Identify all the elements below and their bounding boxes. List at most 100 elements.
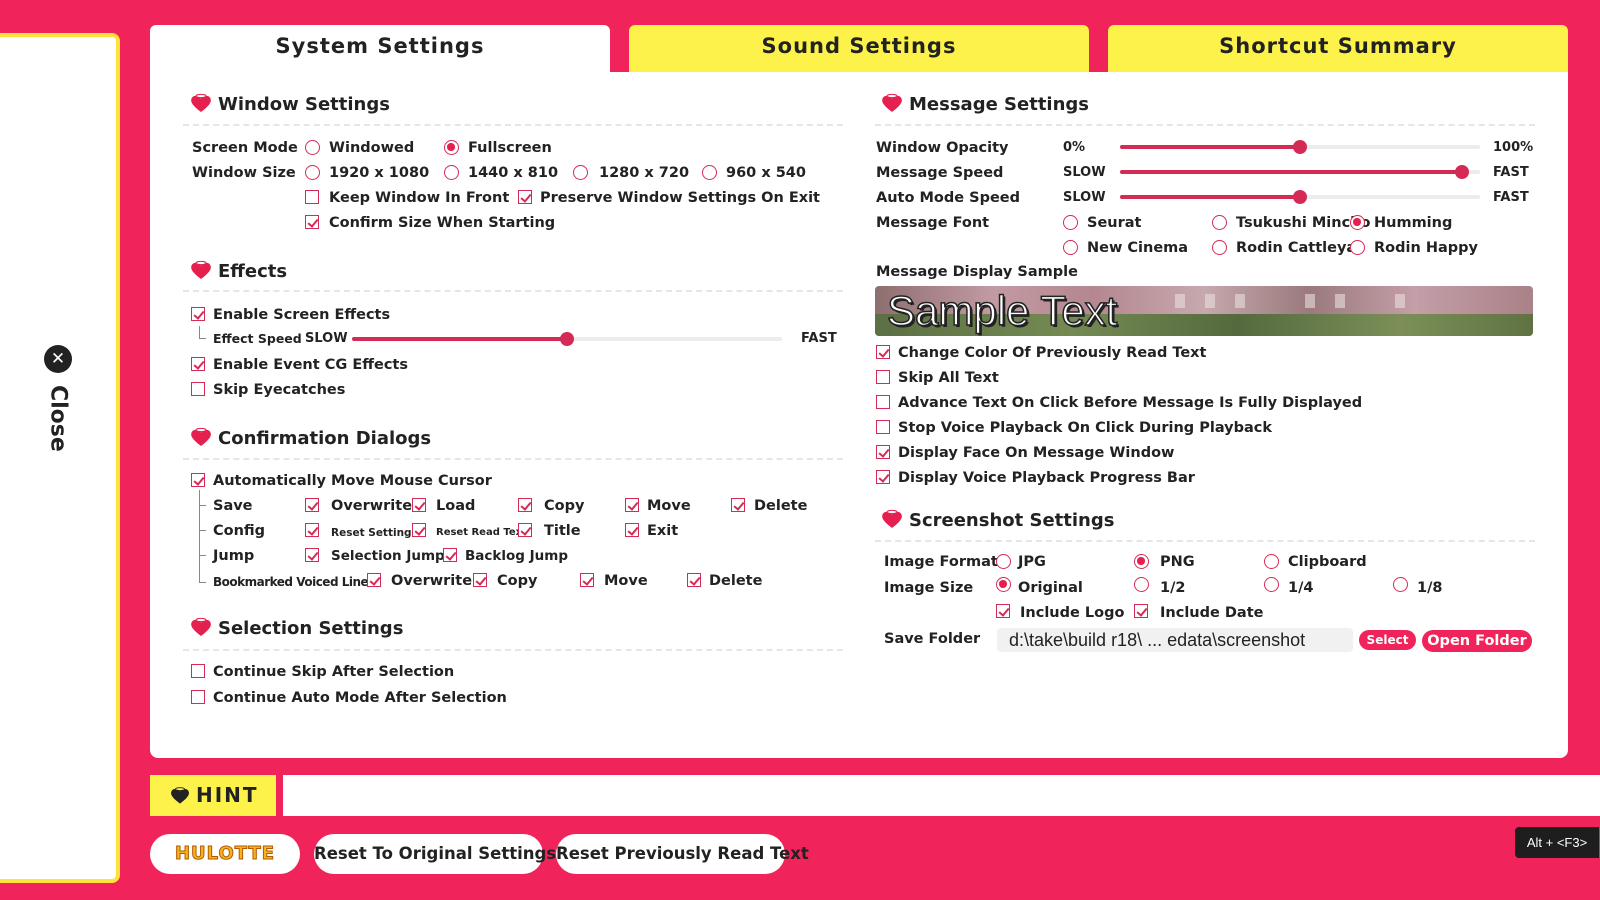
radio-size-quarter[interactable] bbox=[1264, 577, 1279, 592]
checkbox-bookmark-delete[interactable] bbox=[687, 573, 701, 587]
window-size-label: Window Size bbox=[192, 165, 296, 181]
option-label: Automatically Move Mouse Cursor bbox=[213, 473, 492, 489]
checkbox-display-face[interactable] bbox=[876, 445, 890, 459]
option-label: Display Voice Playback Progress Bar bbox=[898, 470, 1195, 486]
config-label: Config bbox=[213, 523, 266, 539]
option-label: Include Date bbox=[1160, 605, 1264, 621]
radio-font-rodin-happy[interactable] bbox=[1350, 240, 1365, 255]
slider-knob[interactable] bbox=[1293, 190, 1307, 204]
checkbox-config-reset-settings[interactable] bbox=[305, 523, 319, 537]
radio-size-eighth[interactable] bbox=[1393, 577, 1408, 592]
checkbox-save-overwrite[interactable] bbox=[305, 498, 319, 512]
radio-font-humming[interactable] bbox=[1350, 215, 1365, 230]
checkbox-config-exit[interactable] bbox=[625, 523, 639, 537]
tree-line bbox=[199, 530, 206, 531]
checkbox-backlog-jump[interactable] bbox=[443, 548, 457, 562]
window-opacity-slider[interactable] bbox=[1120, 140, 1480, 154]
slider-knob[interactable] bbox=[1455, 165, 1469, 179]
checkbox-skip-eyecatches[interactable] bbox=[191, 382, 205, 396]
screen-mode-label: Screen Mode bbox=[192, 140, 298, 156]
slider-max-label: FAST bbox=[1493, 165, 1529, 180]
checkbox-advance-on-click[interactable] bbox=[876, 395, 890, 409]
option-label: 1440 x 810 bbox=[468, 165, 559, 181]
radio-1280x720[interactable] bbox=[573, 165, 588, 180]
slider-knob[interactable] bbox=[1293, 140, 1307, 154]
radio-size-original[interactable] bbox=[996, 577, 1011, 592]
reset-original-settings-button[interactable]: Reset To Original Settings bbox=[314, 834, 556, 874]
tab-system-settings[interactable]: System Settings bbox=[150, 25, 610, 72]
slider-knob[interactable] bbox=[560, 332, 574, 346]
radio-windowed[interactable] bbox=[305, 140, 320, 155]
option-label: Original bbox=[1018, 580, 1083, 596]
option-label: 1/8 bbox=[1417, 580, 1443, 596]
option-label: Exit bbox=[647, 523, 679, 539]
checkbox-selection-jump[interactable] bbox=[305, 548, 319, 562]
checkbox-bookmark-overwrite[interactable] bbox=[367, 573, 381, 587]
checkbox-continue-auto[interactable] bbox=[191, 690, 205, 704]
checkbox-save-delete[interactable] bbox=[731, 498, 745, 512]
hulotte-logo-button[interactable]: HULOTTE bbox=[150, 834, 300, 874]
radio-format-png[interactable] bbox=[1134, 554, 1149, 569]
radio-font-rodin-cattleya[interactable] bbox=[1212, 240, 1227, 255]
checkbox-change-read-color[interactable] bbox=[876, 345, 890, 359]
window-opacity-label: Window Opacity bbox=[876, 140, 1009, 156]
slider-fill bbox=[1120, 170, 1462, 174]
bookmarked-label: Bookmarked Voiced Line bbox=[213, 575, 369, 589]
checkbox-include-date[interactable] bbox=[1134, 604, 1148, 618]
checkbox-bookmark-copy[interactable] bbox=[473, 573, 487, 587]
checkbox-stop-voice-on-click[interactable] bbox=[876, 420, 890, 434]
option-label: Delete bbox=[754, 498, 808, 514]
checkbox-auto-move-cursor[interactable] bbox=[191, 473, 205, 487]
checkbox-save-move[interactable] bbox=[625, 498, 639, 512]
option-label: Seurat bbox=[1087, 215, 1142, 231]
checkbox-confirm-size[interactable] bbox=[305, 215, 319, 229]
checkbox-skip-all-text[interactable] bbox=[876, 370, 890, 384]
message-font-label: Message Font bbox=[876, 215, 990, 231]
image-size-label: Image Size bbox=[884, 580, 974, 596]
reset-read-text-button[interactable]: Reset Previously Read Text bbox=[556, 834, 809, 874]
slider-min-label: SLOW bbox=[305, 331, 348, 346]
select-folder-button[interactable]: Select bbox=[1359, 630, 1416, 650]
radio-format-clipboard[interactable] bbox=[1264, 554, 1279, 569]
tree-line bbox=[199, 582, 206, 583]
option-label: Stop Voice Playback On Click During Play… bbox=[898, 420, 1273, 436]
radio-fullscreen[interactable] bbox=[444, 140, 459, 155]
option-label: 1280 x 720 bbox=[599, 165, 690, 181]
checkbox-save-copy[interactable] bbox=[518, 498, 532, 512]
close-icon: ✕ bbox=[44, 345, 72, 373]
radio-font-new-cinema[interactable] bbox=[1063, 240, 1078, 255]
checkbox-enable-event-cg[interactable] bbox=[191, 357, 205, 371]
checkbox-save-load[interactable] bbox=[412, 498, 426, 512]
checkbox-bookmark-move[interactable] bbox=[580, 573, 594, 587]
checkbox-continue-skip[interactable] bbox=[191, 664, 205, 678]
radio-font-seurat[interactable] bbox=[1063, 215, 1078, 230]
open-folder-button[interactable]: Open Folder bbox=[1422, 630, 1532, 652]
save-folder-path[interactable]: d:\take\build r18\ ... edata\screenshot bbox=[997, 628, 1353, 652]
checkbox-voice-progress-bar[interactable] bbox=[876, 470, 890, 484]
checkbox-preserve-window-settings[interactable] bbox=[518, 190, 532, 204]
divider bbox=[183, 124, 843, 126]
radio-font-tsukushi-mincho[interactable] bbox=[1212, 215, 1227, 230]
slider-fill bbox=[1120, 145, 1300, 149]
hint-label: HINT bbox=[196, 783, 259, 807]
radio-size-half[interactable] bbox=[1134, 577, 1149, 592]
radio-1440x810[interactable] bbox=[444, 165, 459, 180]
tab-sound-settings[interactable]: Sound Settings bbox=[629, 25, 1089, 72]
radio-1920x1080[interactable] bbox=[305, 165, 320, 180]
checkbox-config-title[interactable] bbox=[518, 523, 532, 537]
checkbox-keep-window-in-front[interactable] bbox=[305, 190, 319, 204]
checkbox-config-reset-read-text[interactable] bbox=[412, 523, 426, 537]
checkbox-enable-screen-effects[interactable] bbox=[191, 307, 205, 321]
tree-line bbox=[199, 505, 206, 506]
message-speed-slider[interactable] bbox=[1120, 165, 1480, 179]
effect-speed-slider[interactable] bbox=[352, 332, 782, 346]
close-button[interactable]: ✕ Close bbox=[44, 345, 74, 465]
radio-format-jpg[interactable] bbox=[996, 554, 1011, 569]
radio-960x540[interactable] bbox=[702, 165, 717, 180]
tab-shortcut-summary[interactable]: Shortcut Summary bbox=[1108, 25, 1568, 72]
slider-max-label: 100% bbox=[1493, 140, 1534, 155]
auto-mode-speed-slider[interactable] bbox=[1120, 190, 1480, 204]
checkbox-include-logo[interactable] bbox=[996, 604, 1010, 618]
option-label: Skip Eyecatches bbox=[213, 382, 346, 398]
option-label: Humming bbox=[1374, 215, 1453, 231]
